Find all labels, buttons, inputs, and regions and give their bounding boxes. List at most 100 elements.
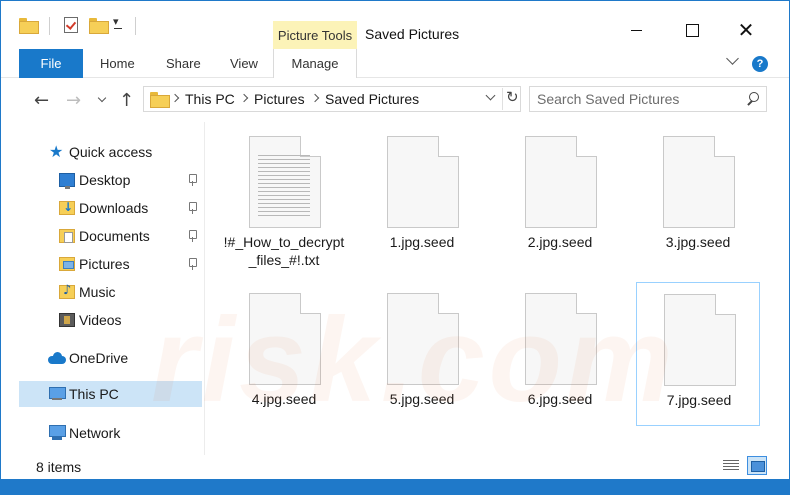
breadcrumb-saved-pictures[interactable]: Saved Pictures <box>325 91 419 107</box>
search-icon[interactable] <box>745 92 761 108</box>
sidebar-item-label: Pictures <box>79 256 130 272</box>
file-name: 2.jpg.seed <box>527 234 593 250</box>
help-icon[interactable]: ? <box>752 56 768 72</box>
search-box[interactable] <box>529 86 767 112</box>
list-item[interactable]: 2.jpg.seed <box>498 125 622 269</box>
pictures-folder-icon <box>59 257 75 271</box>
pin-icon[interactable] <box>187 230 197 242</box>
file-explorer-window: ▾ Picture Tools Saved Pictures ✕ File Ho… <box>0 0 790 495</box>
blank-file-icon <box>249 293 321 385</box>
customize-toolbar-chevron-icon[interactable]: ▾ <box>113 15 122 29</box>
picture-tools-tab-group: Picture Tools <box>273 21 357 49</box>
list-item[interactable]: 5.jpg.seed <box>360 282 484 426</box>
toolbar-divider <box>49 17 50 35</box>
cloud-icon <box>48 352 66 364</box>
pin-icon[interactable] <box>187 174 197 186</box>
file-name: 7.jpg.seed <box>666 392 732 408</box>
breadcrumb-pictures[interactable]: Pictures <box>254 91 305 107</box>
recent-locations-chevron-icon[interactable] <box>99 95 107 103</box>
sidebar-item-label: OneDrive <box>69 350 129 366</box>
window-bottom-border <box>1 479 789 495</box>
sidebar-item-network[interactable]: Network <box>48 420 120 446</box>
tab-manage[interactable]: Manage <box>273 49 357 78</box>
up-button[interactable]: ↑ <box>119 90 134 111</box>
large-icons-view-icon[interactable] <box>747 456 767 475</box>
search-input[interactable] <box>530 87 740 111</box>
file-name: 4.jpg.seed <box>251 391 317 407</box>
list-item[interactable]: 1.jpg.seed <box>360 125 484 269</box>
sidebar-item-label: Downloads <box>79 200 149 216</box>
list-item[interactable]: 3.jpg.seed <box>636 125 760 269</box>
network-icon <box>48 425 66 441</box>
tab-file[interactable]: File <box>19 49 83 78</box>
pin-icon[interactable] <box>187 202 197 214</box>
address-bar[interactable]: This PC Pictures Saved Pictures ↻ <box>143 86 521 112</box>
sidebar-item-label: Quick access <box>69 144 153 160</box>
address-dropdown-chevron-icon[interactable] <box>486 92 496 102</box>
folder-icon <box>19 18 39 34</box>
list-item[interactable]: 4.jpg.seed <box>222 282 346 426</box>
list-item[interactable]: 6.jpg.seed <box>498 282 622 426</box>
ribbon-tabs: File Home Share View Manage ? <box>1 49 789 78</box>
music-folder-icon <box>59 283 75 299</box>
pin-icon[interactable] <box>187 258 197 270</box>
expand-ribbon-chevron-icon[interactable] <box>726 54 740 68</box>
file-name: 5.jpg.seed <box>389 391 455 407</box>
sidebar-item-this-pc[interactable]: This PC <box>19 381 202 407</box>
forward-button[interactable]: → <box>66 90 81 111</box>
blank-file-icon <box>387 136 459 228</box>
window-title: Saved Pictures <box>365 26 460 42</box>
sidebar-item-label: Network <box>69 425 121 441</box>
list-item[interactable]: 7.jpg.seed <box>636 282 760 426</box>
blank-file-icon <box>387 293 459 385</box>
text-file-icon <box>249 136 321 228</box>
blank-file-icon <box>525 293 597 385</box>
blank-file-icon <box>525 136 597 228</box>
file-name: 6.jpg.seed <box>527 391 593 407</box>
sidebar-item-desktop[interactable]: Desktop <box>59 167 205 193</box>
breadcrumb-separator-icon[interactable] <box>312 93 318 99</box>
tab-share[interactable]: Share <box>166 49 201 78</box>
blank-file-icon <box>663 136 735 228</box>
sidebar-item-downloads[interactable]: Downloads <box>59 195 205 221</box>
close-button[interactable]: ✕ <box>723 15 769 45</box>
file-name: 1.jpg.seed <box>389 234 455 250</box>
sidebar-item-onedrive[interactable]: OneDrive <box>48 345 128 371</box>
tab-home[interactable]: Home <box>100 49 135 78</box>
sidebar-item-music[interactable]: Music <box>59 279 116 305</box>
close-icon: ✕ <box>737 18 755 42</box>
item-count: 8 items <box>36 459 82 475</box>
toolbar-divider <box>135 17 136 35</box>
sidebar-item-quick-access[interactable]: ★ Quick access <box>49 139 152 165</box>
breadcrumb-separator-icon[interactable] <box>241 93 247 99</box>
blank-file-icon <box>664 294 736 386</box>
breadcrumb-this-pc[interactable]: This PC <box>185 91 235 107</box>
sidebar-item-label: This PC <box>69 386 119 402</box>
breadcrumb-separator-icon[interactable] <box>172 93 178 99</box>
list-item[interactable]: !#_How_to_decrypt_files_#!.txt <box>222 125 346 269</box>
navigation-pane: ★ Quick access Desktop Downloads Documen… <box>1 122 205 455</box>
sidebar-item-documents[interactable]: Documents <box>59 223 205 249</box>
tab-view[interactable]: View <box>230 49 258 78</box>
picture-tools-label: Picture Tools <box>277 28 353 43</box>
minimize-button[interactable] <box>613 15 659 45</box>
back-button[interactable]: ← <box>34 90 49 111</box>
new-folder-icon <box>89 18 109 34</box>
properties-icon[interactable] <box>64 17 78 33</box>
title-bar: ▾ Picture Tools Saved Pictures ✕ <box>1 1 789 49</box>
maximize-button[interactable] <box>669 15 715 45</box>
file-list: !#_How_to_decrypt_files_#!.txt 1.jpg.see… <box>206 122 789 455</box>
star-icon: ★ <box>49 142 64 161</box>
new-folder-button[interactable] <box>89 18 109 34</box>
sidebar-item-label: Videos <box>79 312 122 328</box>
sidebar-item-pictures[interactable]: Pictures <box>59 251 205 277</box>
downloads-folder-icon <box>59 200 75 215</box>
refresh-icon[interactable]: ↻ <box>502 88 520 110</box>
documents-folder-icon <box>59 229 75 243</box>
sidebar-item-label: Desktop <box>79 172 131 188</box>
file-name: !#_How_to_decrypt_files_#!.txt <box>223 234 345 268</box>
navigation-bar: ← → ↑ This PC Pictures Saved Pictures ↻ <box>1 78 789 122</box>
sidebar-item-videos[interactable]: Videos <box>59 307 122 333</box>
details-view-icon[interactable] <box>722 458 740 474</box>
videos-folder-icon <box>59 313 75 327</box>
